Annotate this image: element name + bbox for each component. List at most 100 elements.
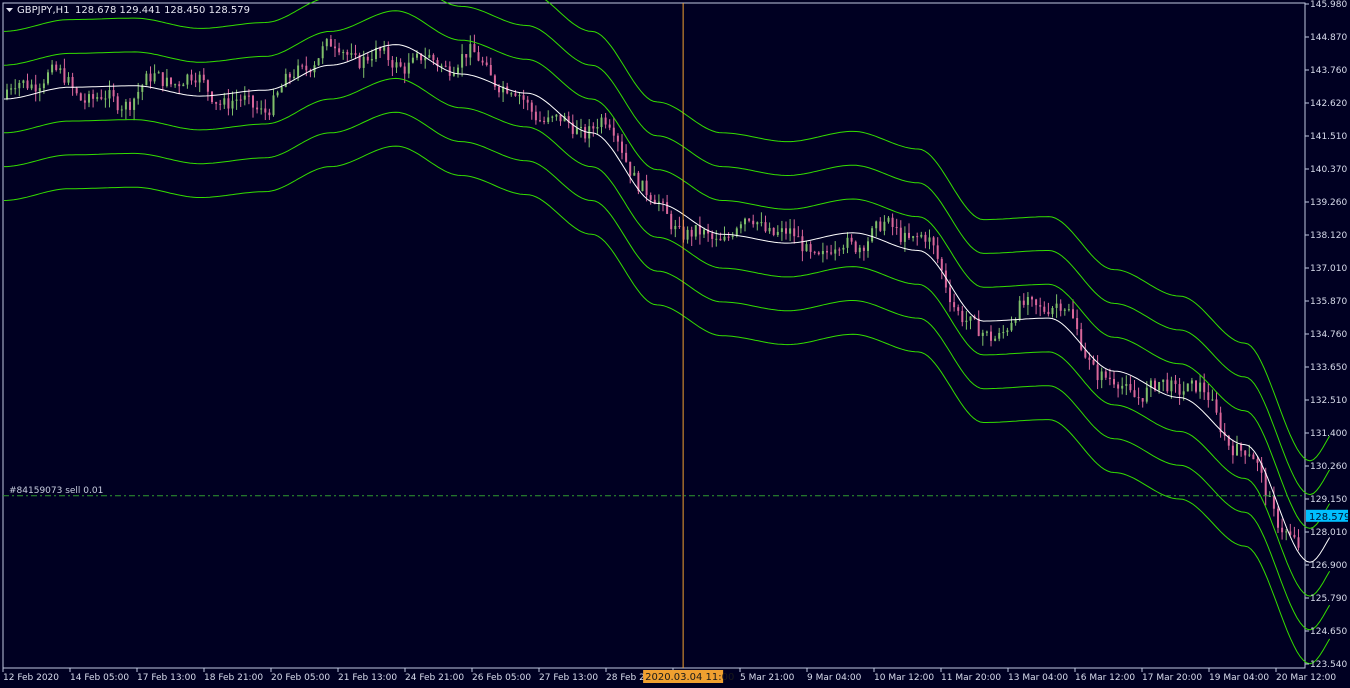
time-tick-label: 17 Feb 13:00 [137,673,196,683]
candle-body [1072,309,1074,319]
candle-body [1158,382,1161,391]
candle-body [481,60,484,63]
candle-body [223,98,226,105]
candle-body [1170,380,1173,392]
candle-body [215,102,218,104]
order-label: #84159073 sell 0.01 [9,486,103,496]
candle-body [301,65,304,67]
candle-body [346,51,349,55]
candle-body [1047,311,1050,315]
candle-body [489,65,492,76]
candle-body [908,232,910,238]
candle-body [666,202,669,214]
candle-body [317,58,320,66]
candle-body [936,245,939,259]
candle-body [633,172,636,176]
price-tick-label: 131.400 [1310,429,1347,439]
candle-body [608,124,611,128]
candle-body [362,56,365,68]
candle-body [1203,382,1206,393]
candle-body [891,217,894,228]
triangle-down-icon[interactable] [6,8,13,12]
candle-body [268,112,271,116]
candle-body [826,251,828,253]
candle-body [1297,537,1300,548]
candle-body [26,80,29,89]
candle-body [219,103,222,105]
candle-body [252,95,254,108]
candle-body [797,236,800,238]
ohlc-label: 128.678 129.441 128.450 128.579 [75,5,250,16]
candle-body [727,236,730,238]
candle-body [206,80,209,92]
candle-body [329,39,332,47]
price-tick-label: 133.650 [1310,363,1347,373]
candle-body [1059,303,1062,311]
candle-body [584,127,587,139]
candle-body [875,221,878,229]
candle-body [789,228,792,234]
candle-body [1240,443,1243,451]
price-tick-label: 142.620 [1310,99,1347,109]
candle-body [387,47,390,61]
candle-body [1277,508,1279,528]
price-axis: 145.980 144.870 143.760 142.620 141.510 140.3… [1305,0,1347,670]
candle-body [473,44,476,53]
middle-line [3,44,1331,563]
candle-body [1264,472,1267,497]
candle-body [157,72,160,74]
price-tick-label: 134.760 [1310,330,1347,340]
candle-body [858,247,861,253]
candle-body [977,318,980,336]
candle-body [1051,307,1054,315]
candle-body [370,59,373,61]
candle-body [731,235,734,237]
candle-body [391,60,394,68]
price-tick-label: 125.790 [1310,594,1347,604]
candle-body [887,217,890,222]
time-tick-label: 12 Feb 2020 [3,673,59,683]
candle-body [350,53,353,55]
candle-body [1031,296,1033,300]
candle-body [190,74,193,81]
candle-body [715,238,718,240]
candle-body [1129,384,1132,391]
candle-body [55,64,58,70]
candle-body [129,101,131,110]
price-tick-label: 130.260 [1310,462,1347,472]
candle-body [493,75,496,87]
candle-body [108,90,111,99]
plot-frame [2,2,1306,669]
crosshair-time-label: 2020.03.04 11:00 [645,672,734,683]
candle-body [616,135,619,142]
candle-body [543,120,546,122]
candle-body [1190,380,1193,384]
candle-body [1211,399,1214,401]
candle-body [912,236,915,238]
candle-body [539,120,541,122]
envelope-bands [3,0,1331,665]
candle-body [477,52,480,61]
candle-body [1199,382,1202,392]
candle-body [264,108,267,113]
candle-body [694,225,697,237]
candle-body [256,107,259,110]
candle-body [165,77,168,87]
candle-body [965,320,968,323]
candle-body [288,73,291,78]
candle-body [879,221,882,231]
candle-body [969,316,972,321]
candle-body [411,57,414,63]
candle-body [961,310,964,323]
candle-body [297,65,300,77]
candle-body [1002,332,1005,334]
candle-body [854,241,857,253]
candle-body [79,93,82,101]
chart-area[interactable]: 145.980 144.870 143.760 142.620 141.510 140.3… [0,0,1350,688]
time-tick-label: 11 Mar 20:00 [941,673,1001,683]
current-price-label: 128.579 [1309,512,1350,523]
candle-body [1145,387,1148,402]
candle-body [38,88,41,92]
candle-body [1207,392,1210,401]
candle-body [161,72,164,87]
